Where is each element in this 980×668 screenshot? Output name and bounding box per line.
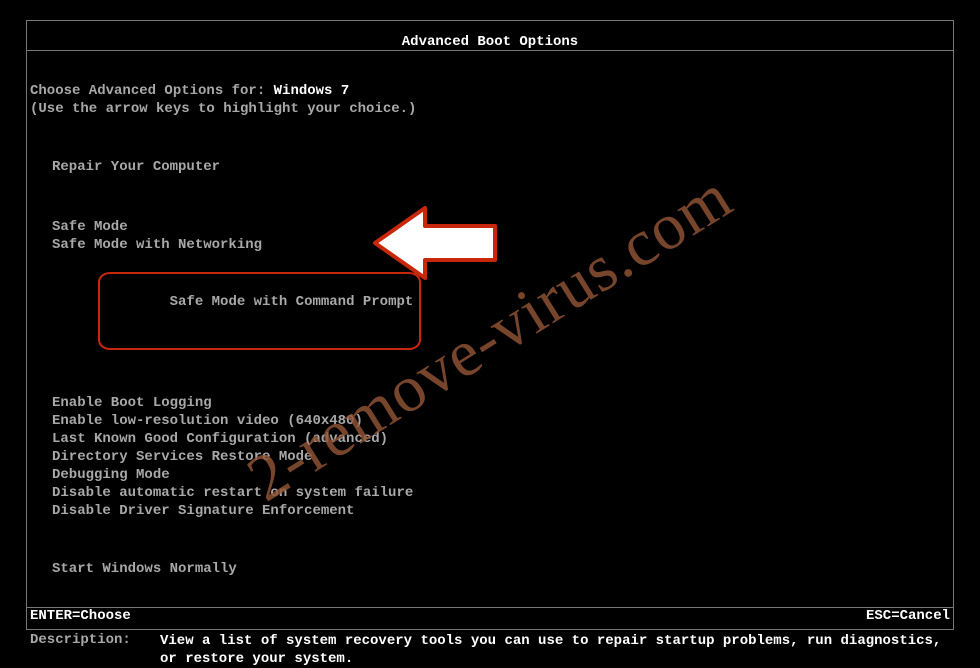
footer-esc-hint: ESC=Cancel (866, 608, 950, 624)
option-low-resolution-video[interactable]: Enable low-resolution video (640x480) (52, 412, 950, 430)
option-start-windows-normally[interactable]: Start Windows Normally (52, 560, 950, 578)
description-text: View a list of system recovery tools you… (160, 632, 950, 668)
os-name: Windows 7 (274, 83, 350, 99)
page-title: Advanced Boot Options (26, 34, 954, 50)
option-label: Safe Mode with Command Prompt (170, 294, 414, 310)
option-safe-mode-networking[interactable]: Safe Mode with Networking (52, 236, 950, 254)
footer-enter-hint: ENTER=Choose (30, 608, 131, 624)
hint-text: (Use the arrow keys to highlight your ch… (30, 100, 950, 118)
choose-prompt: Choose Advanced Options for: Windows 7 (30, 82, 950, 100)
option-safe-mode-command-prompt[interactable]: Safe Mode with Command Prompt (98, 272, 421, 350)
highlight-ring-icon (98, 272, 421, 350)
option-directory-services-restore[interactable]: Directory Services Restore Mode (52, 448, 950, 466)
option-safe-mode[interactable]: Safe Mode (52, 218, 950, 236)
description-label: Description: (30, 632, 160, 668)
option-enable-boot-logging[interactable]: Enable Boot Logging (52, 394, 950, 412)
option-disable-auto-restart[interactable]: Disable automatic restart on system fail… (52, 484, 950, 502)
divider (26, 50, 954, 51)
option-repair-your-computer[interactable]: Repair Your Computer (52, 158, 950, 176)
option-debugging-mode[interactable]: Debugging Mode (52, 466, 950, 484)
option-disable-driver-signature[interactable]: Disable Driver Signature Enforcement (52, 502, 950, 520)
option-last-known-good-config[interactable]: Last Known Good Configuration (advanced) (52, 430, 950, 448)
